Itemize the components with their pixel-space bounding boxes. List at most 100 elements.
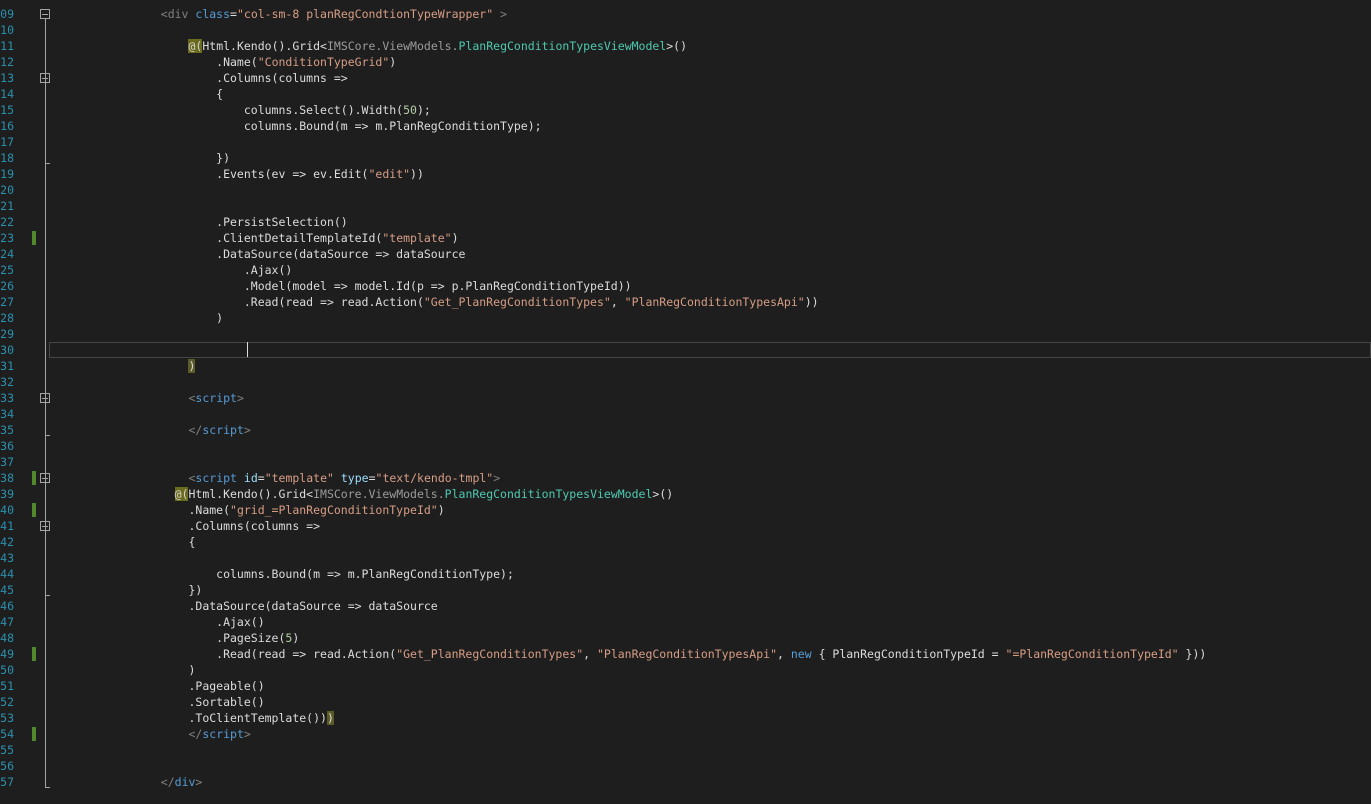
code-line[interactable]: 29 (0, 326, 1371, 342)
code-text[interactable]: .Columns(columns => (50, 70, 348, 86)
code-line[interactable]: 39 @(Html.Kendo().Grid<IMSCore.ViewModel… (0, 486, 1371, 502)
code-line[interactable]: 14 { (0, 86, 1371, 102)
code-line[interactable]: 26 .Model(model => model.Id(p => p.PlanR… (0, 278, 1371, 294)
code-line[interactable]: 33 <script> (0, 390, 1371, 406)
code-text[interactable]: .Ajax() (50, 262, 292, 278)
code-text[interactable]: </script> (50, 726, 250, 742)
code-line[interactable]: 37 (0, 454, 1371, 470)
line-number-text: 43 (0, 551, 14, 565)
code-text[interactable]: .PageSize(5) (50, 630, 299, 646)
line-number-text: 11 (0, 39, 14, 53)
code-line[interactable]: 38 <script id="template" type="text/kend… (0, 470, 1371, 486)
code-line[interactable]: 13 .Columns(columns => (0, 70, 1371, 86)
code-line[interactable]: 09 <div class="col-sm-8 planRegCondtionT… (0, 6, 1371, 22)
code-line[interactable]: 57 </div> (0, 774, 1371, 790)
code-text[interactable]: .ToClientTemplate())) (50, 710, 334, 726)
code-line[interactable]: 17 (0, 134, 1371, 150)
code-text[interactable]: columns.Bound(m => m.PlanRegConditionTyp… (50, 566, 514, 582)
code-line[interactable]: 48 .PageSize(5) (0, 630, 1371, 646)
code-text[interactable]: .DataSource(dataSource => dataSource (50, 246, 465, 262)
code-token: }) (50, 151, 231, 165)
code-line[interactable]: 12 .Name("ConditionTypeGrid") (0, 54, 1371, 70)
code-line[interactable]: 55 (0, 742, 1371, 758)
code-line[interactable]: 25 .Ajax() (0, 262, 1371, 278)
code-text[interactable]: <script> (50, 390, 243, 406)
code-line[interactable]: 44 columns.Bound(m => m.PlanRegCondition… (0, 566, 1371, 582)
code-line[interactable]: 52 .Sortable() (0, 694, 1371, 710)
code-text[interactable]: .Name("grid_=PlanRegConditionTypeId") (50, 502, 445, 518)
line-number: 26 (0, 278, 14, 294)
code-text[interactable]: </div> (50, 774, 203, 790)
code-editor[interactable]: 09 <div class="col-sm-8 planRegCondtionT… (0, 0, 1371, 804)
code-line[interactable]: 35 </script> (0, 422, 1371, 438)
code-line[interactable]: 27 .Read(read => read.Action("Get_PlanRe… (0, 294, 1371, 310)
code-line[interactable]: 18 }) (0, 150, 1371, 166)
code-text[interactable]: { (50, 534, 195, 550)
collapse-icon[interactable] (40, 9, 50, 19)
code-line[interactable]: 23 .ClientDetailTemplateId("template") (0, 230, 1371, 246)
code-line[interactable]: 11 @(Html.Kendo().Grid<IMSCore.ViewModel… (0, 38, 1371, 54)
code-line[interactable]: 15 columns.Select().Width(50); (0, 102, 1371, 118)
code-line[interactable]: 36 (0, 438, 1371, 454)
code-line[interactable]: 50 ) (0, 662, 1371, 678)
code-text[interactable]: .Sortable() (50, 694, 264, 710)
code-line[interactable]: 10 (0, 22, 1371, 38)
code-text[interactable]: @(Html.Kendo().Grid<IMSCore.ViewModels.P… (50, 38, 687, 54)
code-line[interactable]: 40 .Name("grid_=PlanRegConditionTypeId") (0, 502, 1371, 518)
code-token: .DataSource(dataSource => dataSource (50, 599, 438, 613)
code-line[interactable]: 20 (0, 182, 1371, 198)
code-text[interactable]: }) (50, 582, 202, 598)
code-text[interactable]: ) (50, 310, 223, 326)
code-line[interactable]: 21 (0, 198, 1371, 214)
line-number: 23 (0, 230, 14, 246)
code-text[interactable]: .Name("ConditionTypeGrid") (50, 54, 396, 70)
code-text[interactable]: </script> (50, 422, 250, 438)
code-text[interactable]: .Read(read => read.Action("Get_PlanRegCo… (50, 294, 819, 310)
code-text[interactable]: .PersistSelection() (50, 214, 348, 230)
code-text[interactable]: .ClientDetailTemplateId("template") (50, 230, 458, 246)
code-text[interactable]: .Events(ev => ev.Edit("edit")) (50, 166, 424, 182)
code-line[interactable]: 43 (0, 550, 1371, 566)
code-line[interactable]: 22 .PersistSelection() (0, 214, 1371, 230)
code-line[interactable]: 24 .DataSource(dataSource => dataSource (0, 246, 1371, 262)
code-line[interactable]: 30 (0, 342, 1371, 358)
code-text[interactable]: { (50, 86, 223, 102)
code-text[interactable]: columns.Bound(m => m.PlanRegConditionTyp… (50, 118, 542, 134)
code-line[interactable]: 32 (0, 374, 1371, 390)
code-text[interactable]: .DataSource(dataSource => dataSource (50, 598, 438, 614)
code-text[interactable]: .Model(model => model.Id(p => p.PlanRegC… (50, 278, 632, 294)
code-line[interactable]: 16 columns.Bound(m => m.PlanRegCondition… (0, 118, 1371, 134)
code-line[interactable]: 42 { (0, 534, 1371, 550)
code-line[interactable]: 49 .Read(read => read.Action("Get_PlanRe… (0, 646, 1371, 662)
code-text[interactable]: @(Html.Kendo().Grid<IMSCore.ViewModels.P… (50, 486, 673, 502)
code-token: ) (437, 503, 445, 517)
code-line[interactable]: 41 .Columns(columns => (0, 518, 1371, 534)
code-token: .Columns(columns => (50, 519, 321, 533)
code-text[interactable]: <script id="template" type="text/kendo-t… (50, 470, 500, 486)
code-line[interactable]: 45 }) (0, 582, 1371, 598)
code-text[interactable]: ) (50, 662, 195, 678)
code-text[interactable]: columns.Select().Width(50); (50, 102, 431, 118)
code-line[interactable]: 34 (0, 406, 1371, 422)
code-line[interactable]: 53 .ToClientTemplate())) (0, 710, 1371, 726)
code-line[interactable]: 51 .Pageable() (0, 678, 1371, 694)
code-line[interactable]: 56 (0, 758, 1371, 774)
code-line[interactable]: 28 ) (0, 310, 1371, 326)
code-text[interactable]: .Read(read => read.Action("Get_PlanRegCo… (50, 646, 1206, 662)
code-text[interactable]: .Ajax() (50, 614, 264, 630)
code-token: })) (1178, 647, 1207, 661)
code-text[interactable]: }) (50, 150, 230, 166)
code-text[interactable]: .Columns(columns => (50, 518, 320, 534)
code-line[interactable]: 46 .DataSource(dataSource => dataSource (0, 598, 1371, 614)
code-text[interactable]: <div class="col-sm-8 planRegCondtionType… (50, 6, 507, 22)
line-number: 44 (0, 566, 14, 582)
code-line[interactable]: 54 </script> (0, 726, 1371, 742)
code-line[interactable]: 47 .Ajax() (0, 614, 1371, 630)
code-text[interactable]: ) (50, 358, 196, 374)
code-text[interactable]: .Pageable() (50, 678, 264, 694)
code-token: 50 (403, 103, 417, 117)
code-line[interactable]: 31 ) (0, 358, 1371, 374)
line-number-text: 45 (0, 583, 14, 597)
code-line[interactable]: 19 .Events(ev => ev.Edit("edit")) (0, 166, 1371, 182)
code-token: id (243, 471, 258, 485)
